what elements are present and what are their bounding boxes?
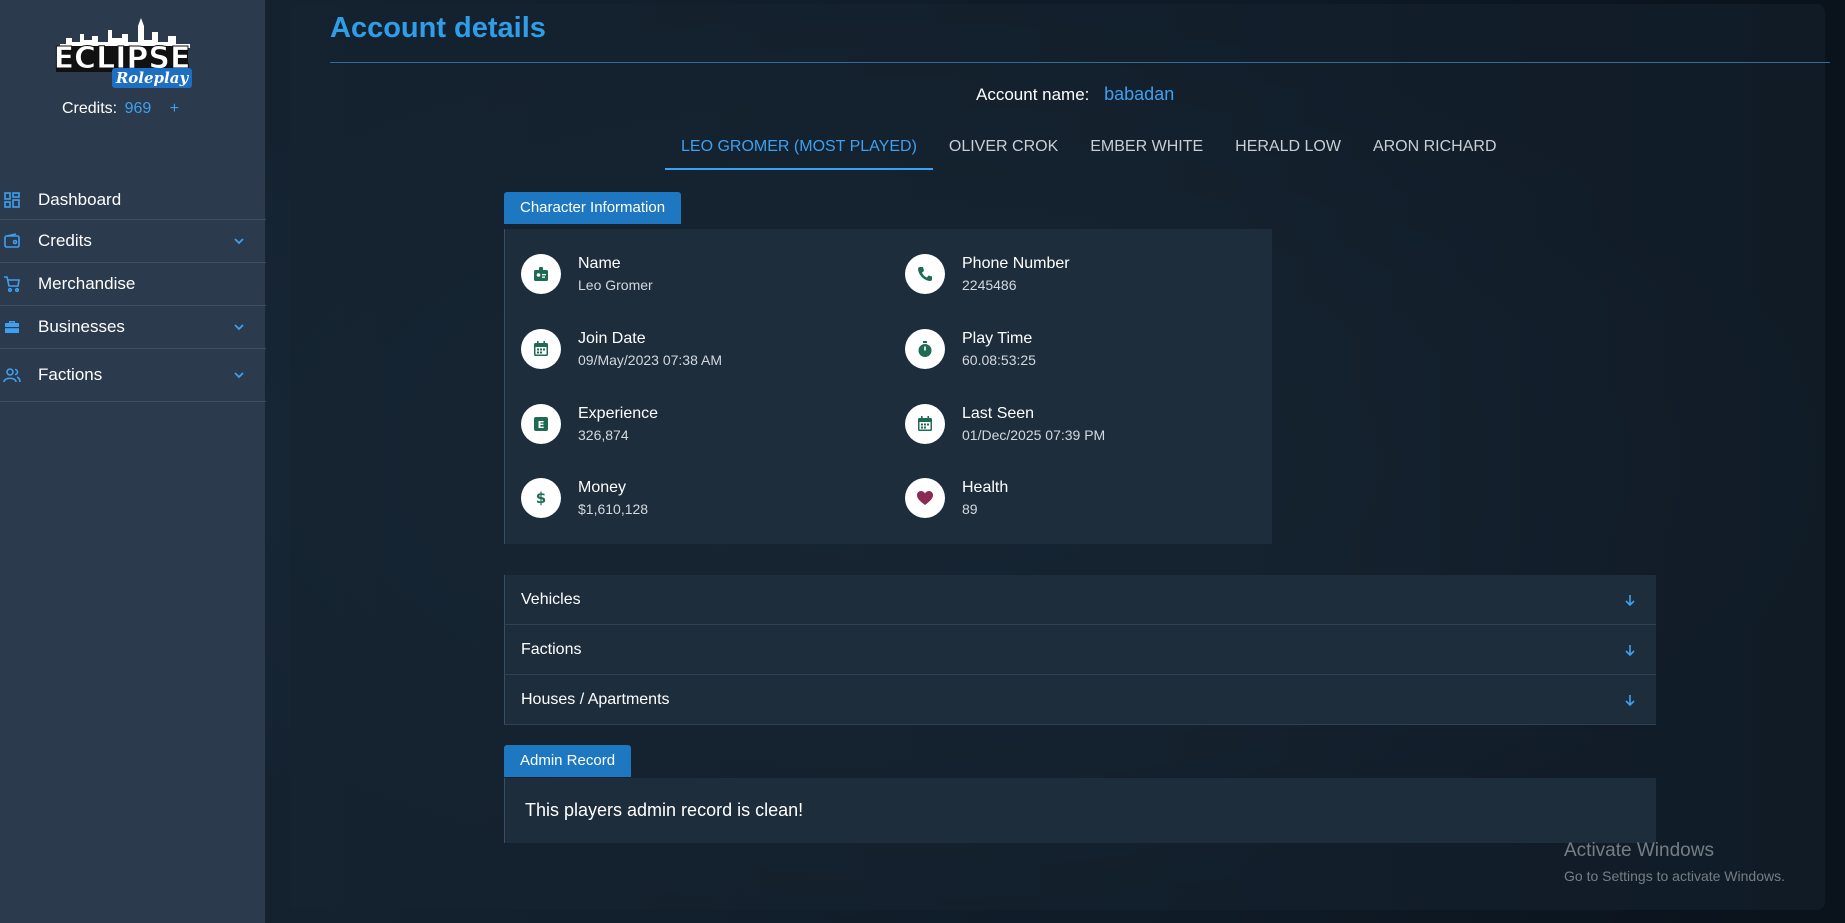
- character-info-card: Name Leo Gromer Join Date 09/May/2023 07…: [504, 229, 1272, 544]
- field-label: Play Time: [962, 330, 1033, 347]
- calendar-icon: [521, 329, 561, 369]
- accordion-factions[interactable]: Factions: [504, 625, 1656, 675]
- sidebar-item-label: Factions: [38, 365, 103, 384]
- page-title: Account details: [330, 12, 546, 44]
- sidebar-item-factions[interactable]: Factions: [0, 349, 266, 402]
- info-last-seen: Last Seen 01/Dec/2025 07:39 PM: [905, 404, 1105, 444]
- stopwatch-icon: [905, 329, 945, 369]
- field-value: 326,874: [578, 427, 629, 443]
- watermark-title: Activate Windows: [1564, 840, 1714, 861]
- sidebar-nav: Dashboard Credits Merchandise Businesses…: [0, 180, 266, 402]
- account-name: Account name: babadan: [976, 84, 1174, 105]
- sidebar-item-label: Merchandise: [38, 274, 136, 293]
- field-value: $1,610,128: [578, 501, 649, 517]
- watermark-subtitle: Go to Settings to activate Windows.: [1564, 868, 1785, 884]
- field-label: Last Seen: [962, 405, 1035, 422]
- sidebar-item-merchandise[interactable]: Merchandise: [0, 263, 266, 306]
- calendar-icon: [905, 404, 945, 444]
- accordion-label: Factions: [521, 640, 582, 658]
- info-join-date: Join Date 09/May/2023 07:38 AM: [521, 329, 722, 369]
- id-badge-icon: [521, 254, 561, 294]
- sidebar-item-label: Dashboard: [38, 189, 122, 209]
- field-value: 01/Dec/2025 07:39 PM: [962, 427, 1106, 443]
- info-money: $ Money $1,610,128: [521, 478, 648, 518]
- dollar-icon: $: [521, 478, 561, 518]
- accordion-vehicles[interactable]: Vehicles: [504, 575, 1656, 625]
- cart-icon: [2, 274, 22, 294]
- field-label: Experience: [578, 405, 659, 422]
- heart-icon: [905, 478, 945, 518]
- sidebar-item-credits[interactable]: Credits: [0, 220, 266, 263]
- dashboard-icon: [2, 190, 22, 210]
- tab-ember-white[interactable]: EMBER WHITE: [1074, 128, 1219, 170]
- accordion-label: Houses / Apartments: [521, 690, 670, 708]
- users-icon: [2, 365, 22, 385]
- info-play-time: Play Time 60.08:53:25: [905, 329, 1036, 369]
- phone-icon: [905, 254, 945, 294]
- account-name-label: Account name:: [976, 85, 1090, 104]
- field-value: 60.08:53:25: [962, 352, 1036, 368]
- sidebar-item-label: Businesses: [38, 317, 125, 336]
- eclipse-roleplay-logo[interactable]: ECLIPSE Roleplay: [52, 16, 197, 91]
- field-label: Join Date: [578, 330, 646, 347]
- svg-text:Roleplay: Roleplay: [115, 69, 190, 87]
- windows-activation-watermark: Activate Windows Go to Settings to activ…: [1564, 840, 1785, 884]
- tab-leo-gromer[interactable]: LEO GROMER (MOST PLAYED): [665, 128, 933, 170]
- sidebar-credits: Credits: 969 +: [62, 100, 179, 118]
- field-value: 09/May/2023 07:38 AM: [578, 352, 722, 368]
- arrow-down-icon: [1625, 644, 1635, 656]
- info-name: Name Leo Gromer: [521, 254, 653, 294]
- title-divider: [330, 62, 1830, 63]
- admin-record-badge: Admin Record: [504, 745, 632, 777]
- field-value: 2245486: [962, 277, 1017, 293]
- chevron-down-icon: [234, 238, 244, 245]
- character-tabs: LEO GROMER (MOST PLAYED) OLIVER CROK EMB…: [665, 128, 1513, 170]
- credits-value: 969: [124, 100, 152, 117]
- main-area: Account details Account name: babadan LE…: [266, 0, 1845, 923]
- chevron-down-icon: [234, 324, 244, 331]
- info-health: Health 89: [905, 478, 1008, 518]
- account-name-value: babadan: [1104, 84, 1175, 104]
- field-value: Leo Gromer: [578, 277, 653, 293]
- field-value: 89: [962, 501, 978, 517]
- info-experience: E Experience 326,874: [521, 404, 658, 444]
- experience-icon: E: [521, 404, 561, 444]
- field-label: Health: [962, 479, 1009, 496]
- svg-text:$: $: [536, 489, 546, 507]
- accordion-houses[interactable]: Houses / Apartments: [504, 675, 1656, 725]
- arrow-down-icon: [1625, 594, 1635, 606]
- tab-herald-low[interactable]: HERALD LOW: [1219, 128, 1357, 170]
- tab-oliver-crok[interactable]: OLIVER CROK: [933, 128, 1074, 170]
- field-label: Money: [578, 479, 627, 496]
- character-info-badge: Character Information: [504, 192, 682, 224]
- accordion-label: Vehicles: [521, 590, 581, 608]
- field-label: Name: [578, 255, 621, 272]
- info-phone: Phone Number 2245486: [905, 254, 1070, 294]
- sidebar-item-businesses[interactable]: Businesses: [0, 306, 266, 349]
- credits-label: Credits:: [62, 100, 118, 117]
- admin-record-message: This players admin record is clean!: [525, 800, 804, 820]
- briefcase-icon: [2, 317, 22, 337]
- svg-text:E: E: [538, 420, 545, 431]
- chevron-down-icon: [234, 372, 244, 379]
- sidebar-item-label: Credits: [38, 231, 92, 250]
- tab-aron-richard[interactable]: ARON RICHARD: [1357, 128, 1513, 170]
- sidebar: ECLIPSE Roleplay Credits: 969 + Dashboar…: [0, 0, 266, 923]
- add-credits-button[interactable]: +: [170, 100, 179, 117]
- field-label: Phone Number: [962, 255, 1070, 272]
- arrow-down-icon: [1625, 694, 1635, 706]
- content-panel: Account details Account name: babadan LE…: [290, 4, 1830, 910]
- wallet-icon: [2, 231, 22, 251]
- sidebar-item-dashboard[interactable]: Dashboard: [0, 180, 266, 220]
- admin-record-card: This players admin record is clean!: [504, 778, 1656, 843]
